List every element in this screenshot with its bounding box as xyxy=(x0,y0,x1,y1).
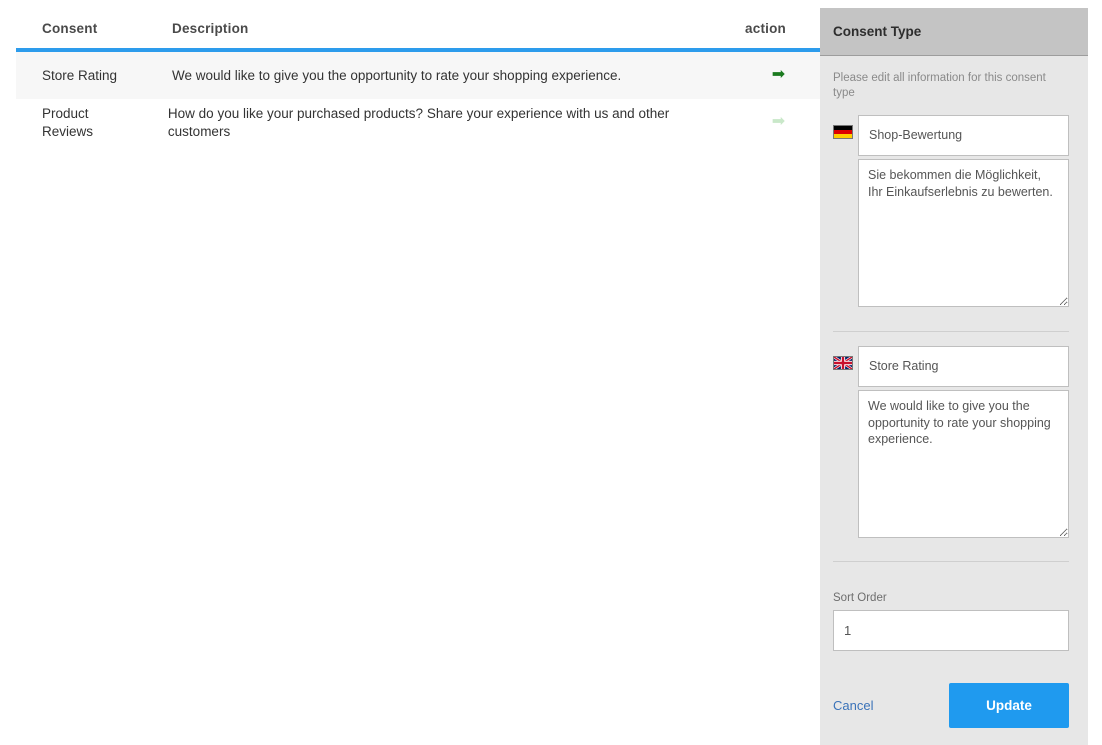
consent-name-input-de[interactable] xyxy=(858,114,1069,156)
consent-description-textarea-de[interactable] xyxy=(858,158,1069,307)
cell-action: ➡ xyxy=(713,114,820,130)
table-header-row: Consent Description action xyxy=(16,0,820,48)
language-name-row xyxy=(833,114,1069,156)
language-block-english xyxy=(833,345,1069,554)
column-header-description: Description xyxy=(172,21,249,36)
cell-action: ➡ xyxy=(710,67,820,83)
cell-description: We would like to give you the opportunit… xyxy=(172,67,622,83)
sort-order-input[interactable] xyxy=(833,609,1069,651)
panel-actions: Cancel Update xyxy=(833,651,1069,728)
section-divider xyxy=(833,330,1069,332)
table-row[interactable]: Product Reviews How do you like your pur… xyxy=(16,99,820,146)
panel-body: Please edit all information for this con… xyxy=(820,56,1088,728)
cell-consent: Product Reviews xyxy=(42,105,94,139)
consent-name-input-en[interactable] xyxy=(858,345,1069,387)
de-flag-icon xyxy=(833,124,853,139)
column-header-consent: Consent xyxy=(42,21,98,36)
panel-title: Consent Type xyxy=(833,24,922,39)
table-row[interactable]: Store Rating We would like to give you t… xyxy=(16,52,820,99)
consent-description-textarea-en[interactable] xyxy=(858,389,1069,538)
panel-subtitle: Please edit all information for this con… xyxy=(833,72,1046,99)
language-block-german xyxy=(833,114,1069,323)
cell-consent: Store Rating xyxy=(42,67,118,83)
sort-order-label: Sort Order xyxy=(833,591,887,604)
language-description-wrap xyxy=(833,387,1069,543)
arrow-right-icon[interactable]: ➡ xyxy=(771,114,786,130)
column-header-action: action xyxy=(745,21,786,36)
consent-table-area: Consent Description action Store Rating … xyxy=(0,0,820,745)
cancel-button[interactable]: Cancel xyxy=(833,698,883,713)
arrow-right-icon[interactable]: ➡ xyxy=(771,67,786,83)
gb-flag-icon xyxy=(833,355,853,370)
panel-header: Consent Type xyxy=(820,8,1088,56)
cell-description: How do you like your purchased products?… xyxy=(167,105,670,139)
update-button[interactable]: Update xyxy=(949,682,1069,728)
language-name-row xyxy=(833,345,1069,387)
consent-type-panel: Consent Type Please edit all information… xyxy=(820,8,1088,745)
language-description-wrap xyxy=(833,156,1069,312)
consent-table: Consent Description action Store Rating … xyxy=(16,0,820,146)
